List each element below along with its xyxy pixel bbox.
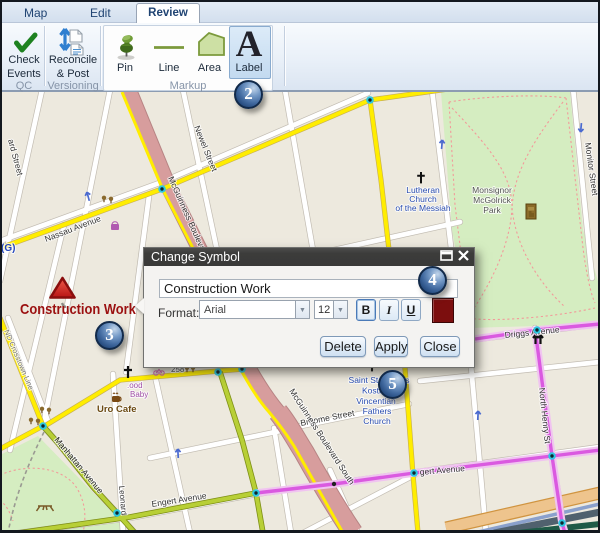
svg-text:(G): (G) [1,243,15,254]
svg-text:Fathers: Fathers [363,406,392,416]
svg-text:McGolrick: McGolrick [473,195,512,205]
svg-text:Park: Park [483,205,501,215]
svg-text:Monsignor: Monsignor [472,185,512,195]
svg-text:Uro Cafe: Uro Cafe [97,404,137,415]
svg-text:Baby: Baby [130,390,148,399]
svg-text:.ood: .ood [127,381,143,390]
svg-text:of the Messiah: of the Messiah [395,203,451,213]
svg-text:Church: Church [363,416,391,426]
